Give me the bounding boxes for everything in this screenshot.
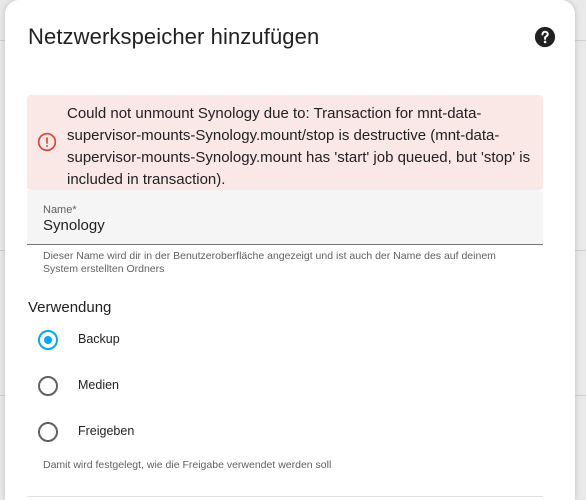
radio-label: Medien: [78, 378, 119, 392]
usage-helper-text: Damit wird festgelegt, wie die Freigabe …: [43, 459, 332, 471]
name-field-label: Name*: [43, 204, 77, 216]
radio-label: Freigeben: [78, 424, 135, 438]
radio-button[interactable]: [38, 376, 58, 396]
alert-message: Could not unmount Synology due to: Trans…: [67, 105, 531, 188]
radio-label: Backup: [78, 332, 120, 346]
name-field[interactable]: Name*: [27, 190, 543, 245]
name-input[interactable]: [43, 217, 523, 234]
radio-dot: [44, 336, 52, 344]
radio-button[interactable]: [38, 422, 58, 442]
divider: [27, 496, 543, 497]
add-network-storage-dialog: Netzwerkspeicher hinzufügen Could not un…: [5, 0, 575, 500]
alert-circle-icon: [37, 132, 57, 152]
dialog-header: Netzwerkspeicher hinzufügen: [5, 0, 575, 74]
help-circle-icon[interactable]: [534, 26, 556, 48]
error-alert: Could not unmount Synology due to: Trans…: [27, 95, 543, 190]
name-helper-text: Dieser Name wird dir in der Benutzerober…: [43, 250, 496, 275]
radio-button-checked[interactable]: [38, 330, 58, 350]
dialog-title: Netzwerkspeicher hinzufügen: [28, 24, 320, 49]
usage-title: Verwendung: [28, 299, 112, 316]
